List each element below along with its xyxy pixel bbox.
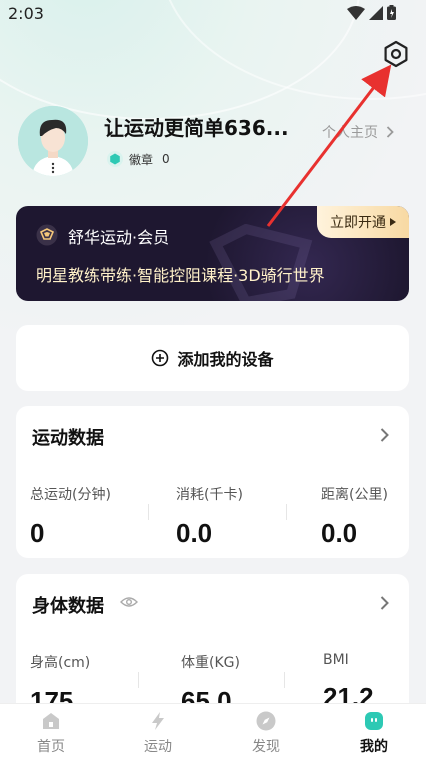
personal-homepage-link[interactable]: 个人主页 — [322, 122, 394, 142]
vip-membership-card[interactable]: 舒华运动·会员 明星教练带练·智能控阻课程·3D骑行世界 立即开通 — [16, 206, 409, 301]
settings-gear-icon[interactable] — [382, 40, 410, 68]
nav-item-home[interactable]: 首页 — [11, 710, 91, 756]
status-bar: 2:03 — [0, 0, 426, 26]
plus-circle-icon — [152, 349, 169, 367]
status-time: 2:03 — [8, 4, 44, 23]
badge-icon — [107, 151, 123, 167]
avatar-illustration — [18, 106, 88, 176]
stat-label: 体重(KG) — [181, 655, 240, 671]
stat-total-exercise: 总运动(分钟) 0 — [30, 484, 111, 549]
profile-icon — [365, 712, 383, 730]
stat-label: 身高(cm) — [30, 655, 91, 671]
stat-label: 距离(公里) — [321, 487, 388, 503]
add-device-button[interactable]: 添加我的设备 — [16, 325, 409, 391]
home-icon — [43, 713, 59, 729]
nav-item-sport[interactable]: 运动 — [118, 710, 198, 756]
wifi-icon — [347, 5, 365, 20]
stat-distance: 距离(公里) 0.0 — [321, 484, 388, 549]
stat-label: BMI — [323, 652, 349, 668]
stat-label: 消耗(千卡) — [176, 487, 243, 503]
stat-label: 总运动(分钟) — [30, 487, 111, 503]
battery-icon — [387, 5, 396, 20]
lightning-icon — [152, 712, 164, 730]
chevron-right-icon — [386, 126, 394, 138]
compass-icon — [256, 711, 276, 731]
add-device-label: 添加我的设备 — [177, 350, 274, 369]
username[interactable]: 让运动更简单636... — [104, 112, 304, 141]
open-vip-label: 立即开通 — [330, 215, 386, 231]
sport-data-card[interactable]: 运动数据 总运动(分钟) 0 消耗(千卡) 0.0 距离(公里) 0.0 — [16, 406, 409, 558]
nav-item-mine[interactable]: 我的 — [334, 710, 414, 756]
eye-icon[interactable] — [120, 596, 138, 608]
stat-value: 0.0 — [321, 518, 358, 548]
chevron-right-icon[interactable] — [380, 428, 389, 442]
open-vip-button[interactable]: 立即开通 — [317, 206, 409, 238]
vip-logo-icon — [36, 224, 58, 246]
signal-icon — [369, 5, 383, 20]
nav-label: 首页 — [37, 739, 65, 755]
sport-data-title: 运动数据 — [32, 428, 104, 449]
stat-value: 0.0 — [176, 518, 213, 548]
avatar[interactable] — [18, 106, 88, 176]
home-link-label: 个人主页 — [322, 125, 378, 141]
nav-label: 发现 — [252, 739, 280, 755]
triangle-right-icon — [390, 218, 396, 226]
body-data-title: 身体数据 — [32, 596, 104, 617]
vip-subtitle: 明星教练带练·智能控阻课程·3D骑行世界 — [36, 266, 325, 285]
stat-calories: 消耗(千卡) 0.0 — [176, 484, 243, 549]
vip-title: 舒华运动·会员 — [68, 228, 170, 247]
stat-value: 0 — [30, 518, 45, 548]
badge-row[interactable]: 徽章 0 — [106, 150, 170, 168]
chevron-right-icon[interactable] — [380, 596, 389, 610]
badge-count: 0 — [162, 152, 170, 166]
bottom-nav: 首页 运动 发现 我的 — [0, 703, 426, 760]
nav-label: 运动 — [144, 739, 172, 755]
badge-label: 徽章 — [129, 152, 154, 167]
nav-item-discover[interactable]: 发现 — [226, 710, 306, 756]
nav-label: 我的 — [360, 739, 388, 755]
